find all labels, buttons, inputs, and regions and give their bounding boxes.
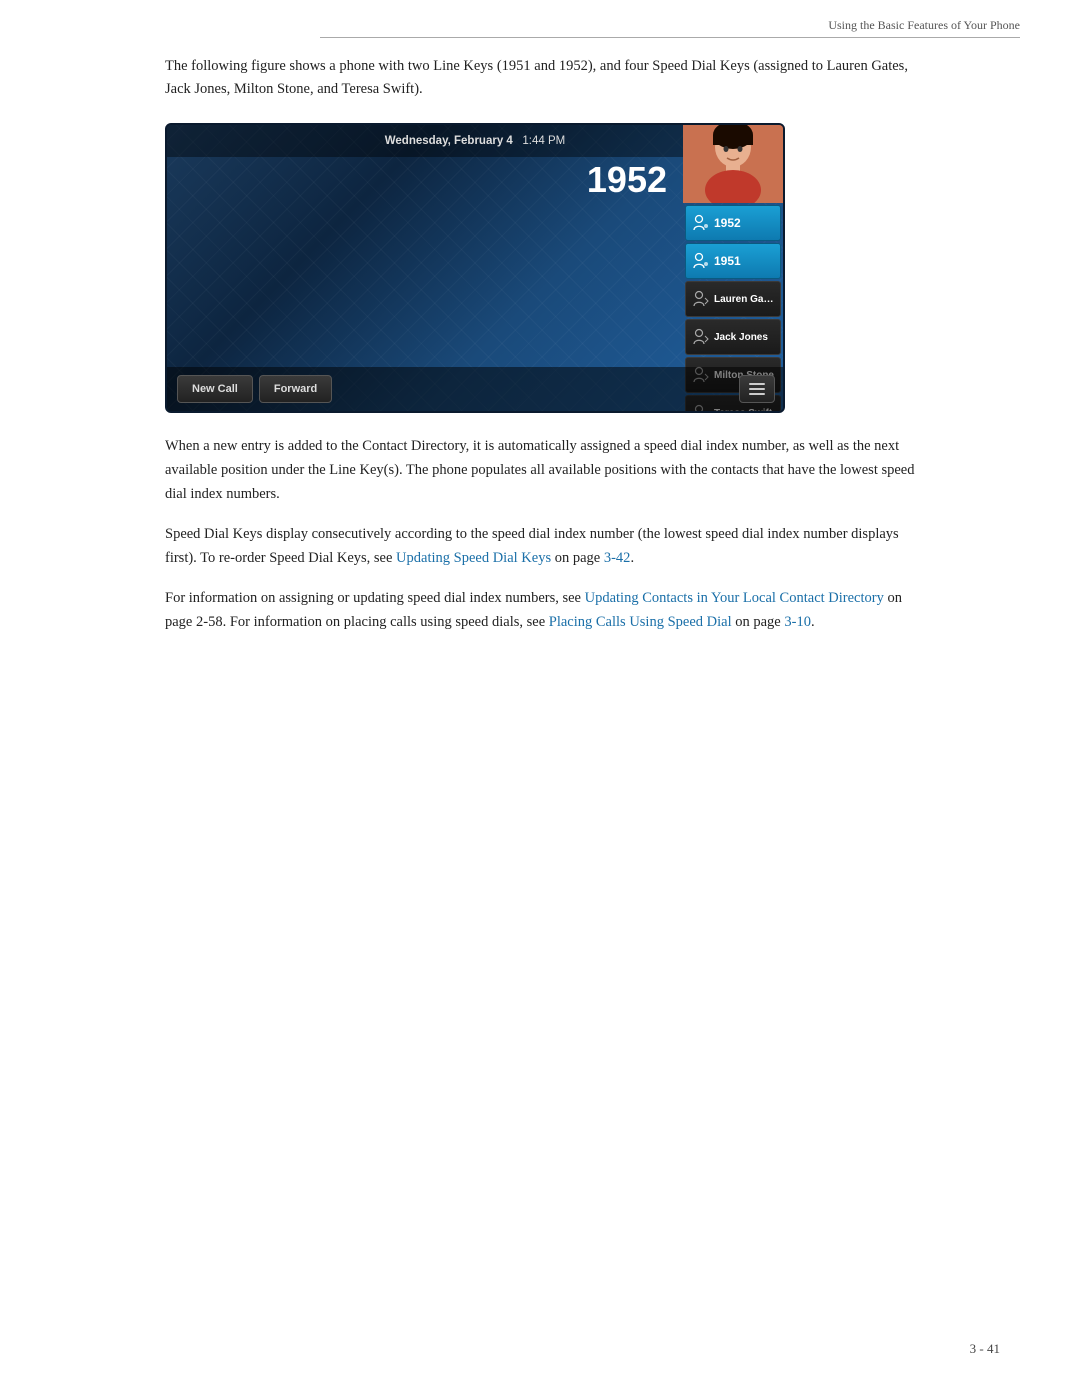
line-key-1952-label: 1952	[714, 216, 741, 230]
menu-icon	[747, 381, 767, 397]
new-call-button[interactable]: New Call	[177, 375, 253, 403]
page-number: 3 - 41	[970, 1341, 1000, 1356]
speed-key-jack-label: Jack Jones	[714, 332, 768, 343]
link-updating-contacts[interactable]: Updating Contacts in Your Local Contact …	[585, 590, 884, 606]
speed-key-lauren-icon	[692, 290, 710, 308]
avatar-image	[683, 125, 783, 203]
link-updating-speed-dial-keys[interactable]: Updating Speed Dial Keys	[396, 550, 551, 566]
page-footer: 3 - 41	[970, 1341, 1000, 1357]
phone-avatar	[683, 125, 783, 203]
intro-paragraph: The following figure shows a phone with …	[165, 55, 925, 101]
content-area: The following figure shows a phone with …	[165, 55, 925, 651]
phone-line-key-1952[interactable]: 1952	[685, 205, 781, 241]
phone-number-display: 1952	[167, 157, 683, 203]
link-page-3-10[interactable]: 3-10	[784, 614, 811, 630]
line-key-icon	[692, 214, 710, 232]
line-key-1951-label: 1951	[714, 254, 741, 268]
paragraph-2: Speed Dial Keys display consecutively ac…	[165, 523, 925, 571]
paragraph-1: When a new entry is added to the Contact…	[165, 435, 925, 507]
phone-number: 1952	[587, 159, 667, 201]
link-page-3-42[interactable]: 3-42	[604, 550, 631, 566]
paragraph-3: For information on assigning or updating…	[165, 587, 925, 635]
phone-screenshot: Wednesday, February 4 1:44 PM 1952	[165, 123, 785, 413]
header-title: Using the Basic Features of Your Phone	[828, 18, 1020, 32]
speed-key-lauren-label: Lauren Gates	[714, 294, 774, 305]
page-header: Using the Basic Features of Your Phone	[320, 18, 1020, 38]
speed-key-jack-icon	[692, 328, 710, 346]
status-date: Wednesday, February 4 1:44 PM	[385, 135, 565, 147]
forward-button[interactable]: Forward	[259, 375, 332, 403]
menu-button[interactable]	[739, 375, 775, 403]
phone-line-key-1951[interactable]: 1951	[685, 243, 781, 279]
phone-speed-key-lauren[interactable]: Lauren Gates	[685, 281, 781, 317]
phone-speed-key-jack[interactable]: Jack Jones	[685, 319, 781, 355]
link-placing-calls-speed-dial[interactable]: Placing Calls Using Speed Dial	[549, 614, 732, 630]
phone-bottombar: New Call Forward	[167, 367, 783, 411]
line-key-1951-icon	[692, 252, 710, 270]
